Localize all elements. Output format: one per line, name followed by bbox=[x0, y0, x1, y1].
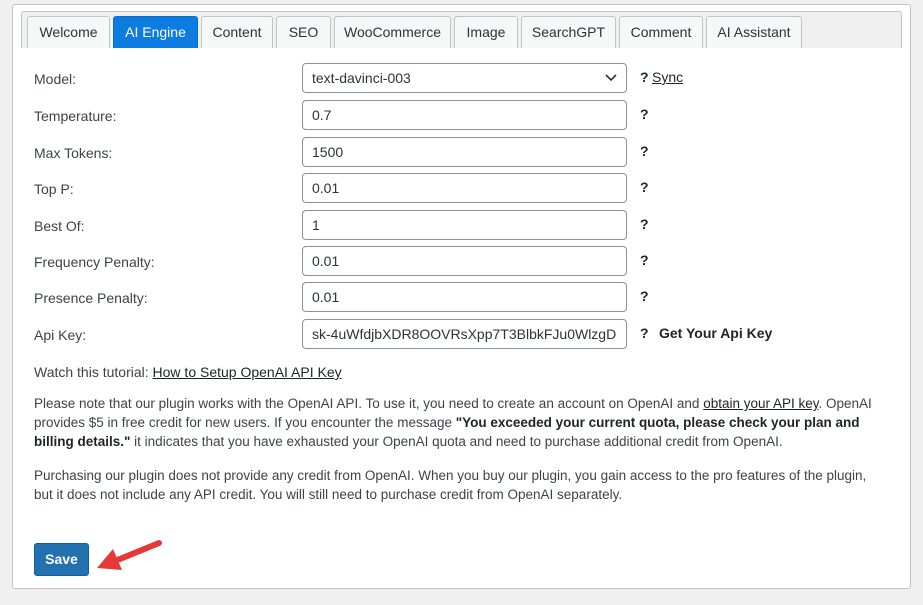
max-tokens-help-icon[interactable]: ? bbox=[640, 143, 649, 159]
tutorial-link[interactable]: How to Setup OpenAI API Key bbox=[153, 364, 342, 380]
tutorial-prefix: Watch this tutorial: bbox=[34, 364, 153, 380]
temperature-help-icon[interactable]: ? bbox=[640, 106, 649, 122]
best-of-help-icon[interactable]: ? bbox=[640, 216, 649, 232]
sync-link[interactable]: Sync bbox=[652, 69, 683, 85]
tab-ai-engine[interactable]: AI Engine bbox=[113, 16, 198, 48]
settings-panel: Welcome AI Engine Content SEO WooCommerc… bbox=[12, 4, 911, 589]
tab-ai-assistant[interactable]: AI Assistant bbox=[706, 16, 802, 48]
model-label: Model: bbox=[34, 71, 77, 87]
obtain-api-key-link[interactable]: obtain your API key bbox=[703, 396, 818, 411]
tutorial-line: Watch this tutorial: How to Setup OpenAI… bbox=[34, 363, 884, 382]
model-select[interactable]: text-davinci-003 bbox=[302, 63, 627, 93]
presence-penalty-label: Presence Penalty: bbox=[34, 290, 148, 306]
max-tokens-input[interactable] bbox=[302, 137, 627, 167]
api-key-label: Api Key: bbox=[34, 327, 87, 343]
temperature-label: Temperature: bbox=[34, 108, 117, 124]
best-of-input[interactable] bbox=[302, 210, 627, 240]
tab-comment[interactable]: Comment bbox=[619, 16, 703, 48]
notice-text-p2: Purchasing our plugin does not provide a… bbox=[34, 468, 867, 502]
save-button[interactable]: Save bbox=[34, 543, 89, 576]
best-of-label: Best Of: bbox=[34, 218, 85, 234]
max-tokens-label: Max Tokens: bbox=[34, 145, 113, 161]
top-p-label: Top P: bbox=[34, 181, 74, 197]
tab-woocommerce[interactable]: WooCommerce bbox=[334, 16, 451, 48]
presence-penalty-input[interactable] bbox=[302, 282, 627, 312]
tab-content[interactable]: Content bbox=[201, 16, 273, 48]
tab-welcome[interactable]: Welcome bbox=[27, 16, 110, 48]
frequency-penalty-input[interactable] bbox=[302, 246, 627, 276]
get-api-key-link[interactable]: Get Your Api Key bbox=[659, 325, 772, 341]
top-p-help-icon[interactable]: ? bbox=[640, 179, 649, 195]
frequency-penalty-help-icon[interactable]: ? bbox=[640, 252, 649, 268]
api-key-input[interactable] bbox=[302, 319, 627, 349]
notice-paragraph-1: Please note that our plugin works with t… bbox=[34, 394, 884, 451]
notice-text-c: it indicates that you have exhausted you… bbox=[130, 434, 783, 449]
temperature-input[interactable] bbox=[302, 100, 627, 130]
top-p-input[interactable] bbox=[302, 173, 627, 203]
tab-bar: Welcome AI Engine Content SEO WooCommerc… bbox=[21, 11, 902, 48]
tab-searchgpt[interactable]: SearchGPT bbox=[521, 16, 616, 48]
chevron-down-icon bbox=[605, 74, 617, 82]
red-arrow-icon bbox=[97, 540, 162, 570]
presence-penalty-help-icon[interactable]: ? bbox=[640, 288, 649, 304]
notice-paragraph-2: Purchasing our plugin does not provide a… bbox=[34, 466, 884, 504]
model-help-icon[interactable]: ? bbox=[640, 69, 649, 85]
model-select-value: text-davinci-003 bbox=[312, 70, 411, 86]
tab-image[interactable]: Image bbox=[454, 16, 518, 48]
frequency-penalty-label: Frequency Penalty: bbox=[34, 254, 155, 270]
notice-text-a: Please note that our plugin works with t… bbox=[34, 396, 704, 411]
api-key-help-icon[interactable]: ? bbox=[640, 325, 649, 341]
tab-seo[interactable]: SEO bbox=[276, 16, 331, 48]
